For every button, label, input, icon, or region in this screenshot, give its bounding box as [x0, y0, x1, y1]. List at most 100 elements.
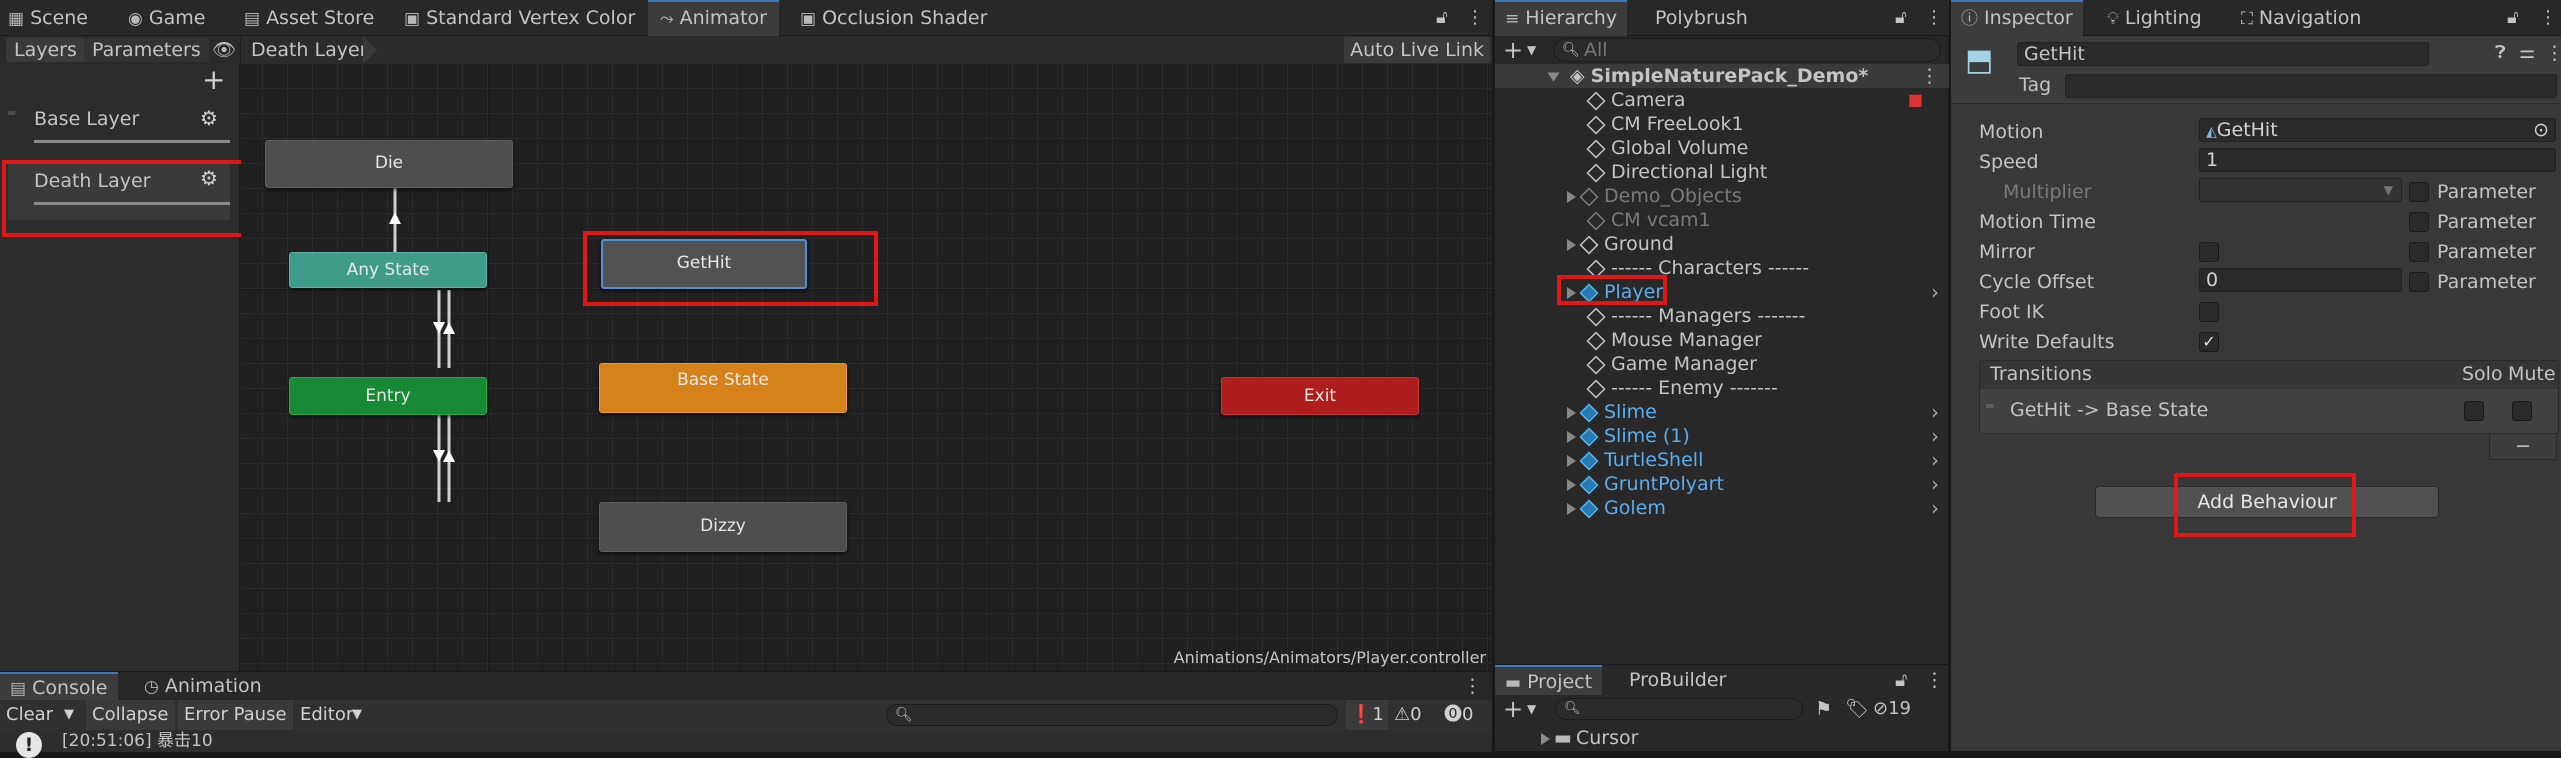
- state-node-die[interactable]: Die: [265, 140, 513, 188]
- state-node-entry[interactable]: Entry: [289, 377, 487, 415]
- object-picker-icon[interactable]: ⊙: [2533, 119, 2549, 141]
- layer-item-base[interactable]: ═ Base Layer ⚙: [8, 102, 230, 152]
- more-menu-icon[interactable]: ⋮: [1925, 665, 1944, 695]
- animator-graph[interactable]: Death Layer Auto Live Link Die Any State…: [241, 36, 1492, 671]
- expand-arrow-icon[interactable]: [1567, 454, 1576, 467]
- tab-standard-vertex-color[interactable]: ▣ Standard Vertex Color: [404, 0, 635, 36]
- state-node-base-state[interactable]: Base State: [599, 363, 847, 413]
- clear-button[interactable]: Clear: [6, 700, 53, 730]
- warning-count[interactable]: ⚠0: [1394, 700, 1422, 730]
- tab-hierarchy[interactable]: ≡ Hierarchy: [1495, 0, 1628, 36]
- hierarchy-item[interactable]: ------ Enemy -------: [1495, 376, 1949, 400]
- hierarchy-item[interactable]: Slime ›: [1495, 400, 1949, 424]
- drag-handle-icon[interactable]: ═: [8, 106, 15, 120]
- speed-field[interactable]: 1: [2199, 148, 2556, 172]
- cycle-offset-field[interactable]: 0: [2199, 268, 2402, 292]
- lock-icon[interactable]: 🔓︎: [1895, 0, 1907, 36]
- state-node-exit[interactable]: Exit: [1221, 377, 1419, 415]
- tab-probuilder[interactable]: ProBuilder: [1629, 665, 1726, 695]
- hierarchy-item[interactable]: Directional Light: [1495, 160, 1949, 184]
- drag-handle-icon[interactable]: ═: [1986, 399, 1993, 413]
- tab-console[interactable]: ▤ Console: [0, 672, 118, 700]
- tab-navigation[interactable]: ⛶ Navigation: [2241, 0, 2361, 36]
- mirror-parameter-checkbox[interactable]: [2409, 242, 2429, 262]
- hierarchy-item[interactable]: Game Manager: [1495, 352, 1949, 376]
- gear-icon[interactable]: ⚙: [200, 166, 218, 190]
- expand-arrow-icon[interactable]: [1567, 286, 1576, 299]
- hierarchy-item-player[interactable]: Player ›: [1495, 280, 1949, 304]
- lock-icon[interactable]: 🔓︎: [1895, 665, 1907, 695]
- eye-icon[interactable]: 👁︎: [212, 38, 236, 62]
- mute-checkbox[interactable]: [2512, 401, 2532, 421]
- object-name-field[interactable]: GetHit: [2017, 42, 2429, 66]
- more-menu-icon[interactable]: ⋮: [1925, 0, 1943, 36]
- hierarchy-item[interactable]: ------ Characters ------: [1495, 256, 1949, 280]
- multiplier-dropdown[interactable]: ▼: [2199, 178, 2402, 202]
- solo-checkbox[interactable]: [2464, 401, 2484, 421]
- tab-inspector[interactable]: ⓘ Inspector: [1951, 0, 2083, 36]
- chevron-right-icon[interactable]: ›: [1931, 400, 1939, 424]
- hierarchy-item[interactable]: CM FreeLook1: [1495, 112, 1949, 136]
- hierarchy-search-input[interactable]: 🔍︎ All: [1553, 38, 1941, 62]
- remove-transition-button[interactable]: −: [2489, 434, 2557, 460]
- chevron-down-icon[interactable]: ▼: [352, 700, 362, 730]
- log-count[interactable]: ❗1: [1346, 700, 1388, 730]
- multiplier-parameter-checkbox[interactable]: [2409, 182, 2429, 202]
- console-log-row[interactable]: ! [20:51:06] 暴击10: [0, 730, 1492, 758]
- filter-label-icon[interactable]: 🏷︎: [1845, 695, 1869, 723]
- motion-field[interactable]: ◭GetHit ⊙: [2199, 118, 2556, 142]
- chevron-right-icon[interactable]: ›: [1931, 496, 1939, 520]
- hierarchy-item[interactable]: Camera ■: [1495, 88, 1949, 112]
- hierarchy-item[interactable]: Global Volume: [1495, 136, 1949, 160]
- presets-icon[interactable]: ⚌: [2519, 42, 2535, 63]
- add-object-button[interactable]: +: [1503, 36, 1523, 64]
- hierarchy-item[interactable]: Slime (1) ›: [1495, 424, 1949, 448]
- tab-scene[interactable]: ▦ Scene: [8, 0, 88, 36]
- add-layer-icon[interactable]: +: [202, 64, 225, 96]
- write-defaults-checkbox[interactable]: ✓: [2199, 332, 2219, 352]
- foot-ik-checkbox[interactable]: [2199, 302, 2219, 322]
- error-pause-button[interactable]: Error Pause: [178, 700, 293, 730]
- help-icon[interactable]: ❓︎: [2495, 42, 2506, 63]
- state-node-dizzy[interactable]: Dizzy: [599, 502, 847, 552]
- lock-icon[interactable]: 🔓︎: [2507, 0, 2519, 36]
- tab-polybrush[interactable]: Polybrush: [1655, 0, 1748, 36]
- tab-asset-store[interactable]: ▤ Asset Store: [244, 0, 374, 36]
- filter-type-icon[interactable]: ⚑: [1815, 695, 1832, 723]
- mirror-checkbox[interactable]: [2199, 242, 2219, 262]
- expand-arrow-icon[interactable]: [1567, 190, 1576, 203]
- hierarchy-item[interactable]: CM vcam1: [1495, 208, 1949, 232]
- tab-project[interactable]: ▬ Project: [1495, 665, 1603, 695]
- expand-arrow-icon[interactable]: [1567, 478, 1576, 491]
- gear-icon[interactable]: ⚙: [200, 106, 218, 130]
- chevron-right-icon[interactable]: ›: [1931, 472, 1939, 496]
- collapse-button[interactable]: Collapse: [86, 700, 175, 730]
- chevron-right-icon[interactable]: ›: [1931, 424, 1939, 448]
- transition-item[interactable]: ═ GetHit -> Base State: [1980, 391, 2558, 433]
- hierarchy-item[interactable]: TurtleShell ›: [1495, 448, 1949, 472]
- hierarchy-item[interactable]: Golem ›: [1495, 496, 1949, 520]
- tag-field[interactable]: [2065, 74, 2557, 98]
- hierarchy-item[interactable]: Ground: [1495, 232, 1949, 256]
- project-folder-row[interactable]: ▬ Cursor: [1495, 725, 1949, 751]
- more-menu-icon[interactable]: ⋮: [1466, 0, 1484, 36]
- hierarchy-item[interactable]: Demo_Objects: [1495, 184, 1949, 208]
- more-menu-icon[interactable]: ⋮: [1920, 64, 1939, 88]
- expand-arrow-icon[interactable]: [1567, 406, 1576, 419]
- chevron-right-icon[interactable]: ›: [1931, 280, 1939, 304]
- state-node-any-state[interactable]: Any State: [289, 252, 487, 288]
- lock-icon[interactable]: 🔓︎: [1436, 0, 1448, 36]
- tab-game[interactable]: ◉ Game: [128, 0, 205, 36]
- tab-occlusion-shader[interactable]: ▣ Occlusion Shader: [800, 0, 987, 36]
- console-search-input[interactable]: 🔍︎: [886, 704, 1338, 726]
- add-behaviour-button[interactable]: Add Behaviour: [2095, 486, 2439, 518]
- add-asset-button[interactable]: +: [1503, 695, 1523, 723]
- tab-animator[interactable]: ⤳ Animator: [648, 0, 779, 36]
- hierarchy-item[interactable]: GruntPolyart ›: [1495, 472, 1949, 496]
- project-search-input[interactable]: 🔍︎: [1555, 698, 1803, 720]
- cycle-offset-parameter-checkbox[interactable]: [2409, 272, 2429, 292]
- layers-tab[interactable]: Layers: [6, 38, 85, 62]
- parameters-tab[interactable]: Parameters: [84, 38, 209, 62]
- chevron-down-icon[interactable]: ▼: [1527, 36, 1536, 64]
- scene-row[interactable]: ◈ SimpleNaturePack_Demo* ⋮: [1495, 64, 1949, 88]
